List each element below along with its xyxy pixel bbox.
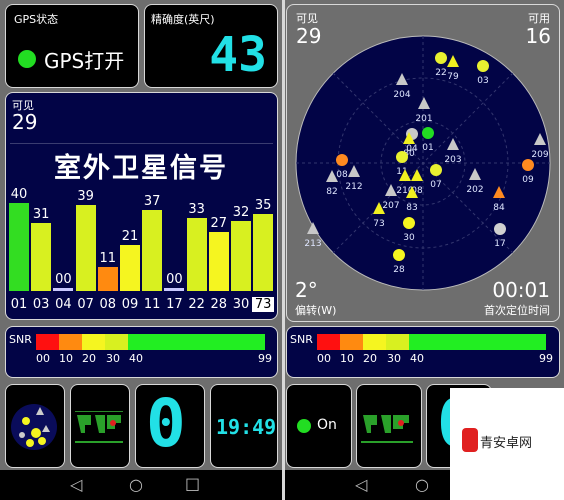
satellite-label: 204: [393, 90, 410, 100]
satellite-marker[interactable]: [435, 52, 447, 64]
snr-color-segment: [128, 334, 265, 350]
ttff-label: 首次定位时间: [484, 304, 550, 317]
nav-bar-left: ◁ ○ □: [0, 470, 282, 500]
snr-label: SNR: [290, 333, 313, 346]
snr-color-segment: [105, 334, 128, 350]
satellite-label: 08: [336, 170, 348, 180]
snr-tick-label: 40: [129, 352, 143, 365]
world-map-icon: [75, 411, 123, 443]
satellite-marker[interactable]: [477, 60, 489, 72]
satellite-label: 212: [345, 182, 362, 192]
snr-tick-label: 00: [317, 352, 331, 365]
snr-color-segment: [82, 334, 105, 350]
satellite-label: 30: [403, 233, 415, 243]
clock-value: 19:49: [216, 415, 277, 439]
snr-tick-label: 10: [340, 352, 354, 365]
satellite-label: 09: [522, 175, 534, 185]
snr-tick-label: 10: [59, 352, 73, 365]
home-icon[interactable]: ○: [129, 475, 143, 494]
home-icon[interactable]: ○: [415, 475, 429, 494]
digit-tile[interactable]: 0: [135, 384, 205, 468]
mini-radar-icon: [11, 404, 57, 450]
radar-mini-tile[interactable]: [5, 384, 65, 468]
satellite-marker[interactable]: [422, 127, 434, 139]
satellite-label: 83: [406, 203, 417, 213]
satellite-label: 207: [382, 201, 399, 211]
gps-on-tile[interactable]: On: [286, 384, 352, 468]
satellite-label: 28: [393, 265, 405, 275]
gps-on-label: On: [317, 417, 337, 433]
digit-value: 0: [146, 385, 186, 462]
snr-color-segment: [409, 334, 546, 350]
world-map-tile-right[interactable]: [356, 384, 422, 468]
satellite-marker[interactable]: [430, 164, 442, 176]
satellite-label: 82: [326, 187, 337, 197]
satellite-label: 01: [422, 143, 433, 153]
snr-tick-label: 20: [82, 352, 96, 365]
snr-color-segment: [59, 334, 82, 350]
snr-tick-label: 30: [387, 352, 401, 365]
satellite-marker[interactable]: [522, 159, 534, 171]
satellite-label: 07: [430, 180, 441, 190]
clock-tile[interactable]: 19:49: [210, 384, 278, 468]
snr-tick-label: 20: [363, 352, 377, 365]
satellite-marker[interactable]: [494, 223, 506, 235]
snr-tick-label: 40: [410, 352, 424, 365]
watermark: 青安卓网: [450, 388, 564, 500]
satellite-marker[interactable]: [403, 217, 415, 229]
snr-color-segment: [36, 334, 59, 350]
satellite-label: 73: [373, 219, 384, 229]
back-icon[interactable]: ◁: [70, 475, 82, 494]
snr-color-segment: [363, 334, 386, 350]
satellite-marker[interactable]: [336, 154, 348, 166]
world-map-icon: [361, 415, 413, 443]
watermark-logo-icon: [462, 428, 478, 452]
satellite-marker[interactable]: [396, 151, 408, 163]
satellite-label: 84: [493, 203, 505, 213]
snr-label: SNR: [9, 333, 32, 346]
satellite-label: 201: [415, 114, 432, 124]
snr-color-segment: [317, 334, 340, 350]
gps-on-indicator-icon: [297, 419, 311, 433]
satellite-label: 79: [447, 72, 459, 82]
satellite-label: 22: [435, 68, 446, 78]
declination-label: 偏转(W): [295, 304, 337, 317]
satellite-label: 202: [466, 185, 483, 195]
watermark-text: 青安卓网: [480, 436, 533, 451]
satellite-label: 203: [444, 155, 461, 165]
satellite-label: 17: [494, 239, 505, 249]
satellite-label: 209: [531, 150, 548, 160]
snr-tick-label: 99: [258, 352, 272, 365]
world-map-tile[interactable]: [70, 384, 130, 468]
satellite-label: 213: [304, 239, 321, 249]
satellite-marker[interactable]: [393, 249, 405, 261]
satellite-label: 03: [477, 76, 488, 86]
back-icon[interactable]: ◁: [355, 475, 367, 494]
declination-value: 2°: [295, 278, 318, 302]
snr-tick-label: 00: [36, 352, 50, 365]
snr-color-segment: [386, 334, 409, 350]
ttff-value: 00:01: [492, 278, 550, 302]
snr-color-segment: [340, 334, 363, 350]
snr-tick-label: 99: [539, 352, 553, 365]
recents-icon[interactable]: □: [185, 474, 200, 493]
sky-radar[interactable]: 22 79 03204201048001203 209110821282 2100807…: [0, 0, 564, 330]
snr-tick-label: 30: [106, 352, 120, 365]
